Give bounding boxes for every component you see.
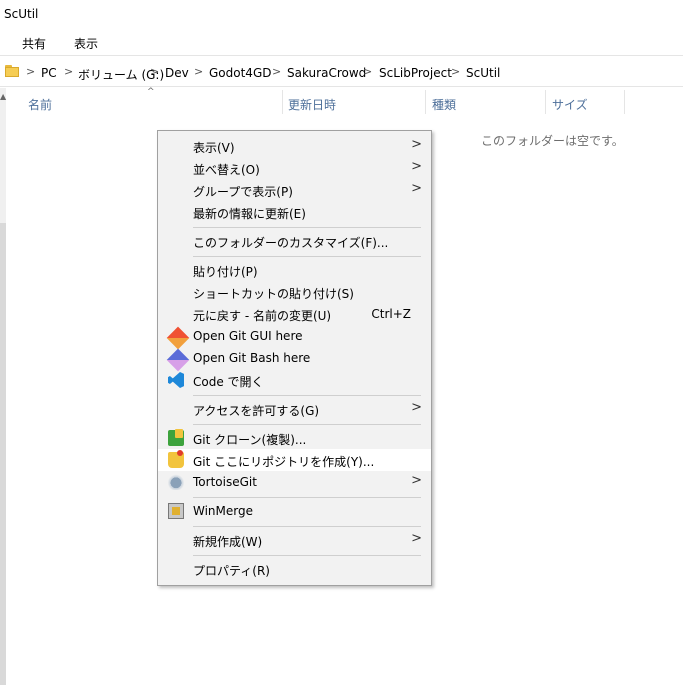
menu-item-label: 最新の情報に更新(E) [193, 207, 306, 221]
menu-item-label: 貼り付け(P) [193, 265, 258, 279]
address-bar[interactable]: > PC > ボリューム (G:) > Dev > Godot4GD > Sak… [0, 60, 683, 87]
menu-item-label: 並べ替え(O) [193, 163, 260, 177]
menu-item-label: Open Git GUI here [193, 329, 303, 343]
menu-item-group[interactable]: グループで表示(P) > [158, 179, 431, 201]
submenu-arrow-icon: > [411, 473, 422, 488]
column-divider[interactable] [282, 90, 283, 114]
git-clone-icon [168, 429, 184, 446]
menu-item-paste-shortcut[interactable]: ショートカットの貼り付け(S) [158, 281, 431, 303]
column-divider[interactable] [624, 90, 625, 114]
chevron-right-icon[interactable]: > [194, 65, 203, 78]
tortoisegit-icon [168, 474, 184, 490]
breadcrumb-sclibproject[interactable]: ScLibProject [379, 66, 452, 80]
menu-item-new[interactable]: 新規作成(W) > [158, 529, 431, 551]
window-title: ScUtil [4, 7, 39, 21]
navigation-pane-scrollbar[interactable]: ▲ [0, 88, 6, 685]
sort-ascending-icon: ^ [147, 87, 155, 97]
column-header-date[interactable]: 更新日時 [288, 96, 336, 113]
submenu-arrow-icon: > [411, 400, 422, 415]
column-header-size[interactable]: サイズ [552, 96, 588, 113]
menu-item-open-with-code[interactable]: Code で開く [158, 369, 431, 391]
menu-item-undo-rename[interactable]: 元に戻す - 名前の変更(U) Ctrl+Z [158, 303, 431, 325]
ribbon-divider [0, 55, 683, 56]
breadcrumb-pc[interactable]: PC [41, 66, 57, 80]
menu-item-label: このフォルダーのカスタマイズ(F)... [193, 236, 389, 250]
breadcrumb-sakuracrowd[interactable]: SakuraCrowd [287, 66, 366, 80]
menu-item-open-git-bash[interactable]: Open Git Bash here [158, 347, 431, 372]
menu-separator [193, 526, 421, 527]
chevron-right-icon[interactable]: > [26, 65, 35, 78]
submenu-arrow-icon: > [411, 181, 422, 196]
menu-item-label: Code で開く [193, 375, 264, 389]
column-header-name[interactable]: 名前 [28, 96, 52, 113]
menu-separator [193, 395, 421, 396]
menu-separator [193, 256, 421, 257]
tab-view[interactable]: 表示 [74, 35, 98, 52]
breadcrumb-dev[interactable]: Dev [165, 66, 189, 80]
menu-separator [193, 497, 421, 498]
winmerge-icon [168, 503, 184, 519]
git-create-repository-icon [168, 450, 184, 468]
submenu-arrow-icon: > [411, 159, 422, 174]
menu-item-properties[interactable]: プロパティ(R) [158, 558, 431, 580]
menu-item-give-access[interactable]: アクセスを許可する(G) > [158, 398, 431, 420]
vscode-icon [168, 372, 184, 388]
menu-item-tortoisegit[interactable]: TortoiseGit > [158, 471, 431, 493]
git-bash-icon [166, 348, 190, 372]
menu-item-winmerge[interactable]: WinMerge [158, 500, 431, 522]
tab-share[interactable]: 共有 [22, 35, 46, 52]
empty-folder-message: このフォルダーは空です。 [481, 134, 624, 148]
menu-separator [193, 227, 421, 228]
menu-separator [193, 424, 421, 425]
menu-item-open-git-gui[interactable]: Open Git GUI here [158, 325, 431, 350]
menu-item-label: ショートカットの貼り付け(S) [193, 287, 354, 301]
column-divider[interactable] [425, 90, 426, 114]
menu-item-view[interactable]: 表示(V) > [158, 135, 431, 157]
chevron-right-icon[interactable]: > [451, 65, 460, 78]
scrollbar-thumb[interactable] [0, 223, 6, 685]
folder-icon [5, 65, 19, 78]
chevron-right-icon[interactable]: > [363, 65, 372, 78]
keyboard-shortcut: Ctrl+Z [371, 307, 411, 321]
menu-item-label: アクセスを許可する(G) [193, 404, 320, 418]
scroll-up-arrow-icon[interactable]: ▲ [0, 92, 6, 101]
menu-item-git-clone[interactable]: Git クローン(複製)... [158, 427, 431, 449]
context-menu: 表示(V) > 並べ替え(O) > グループで表示(P) > 最新の情報に更新(… [157, 130, 432, 586]
menu-item-paste[interactable]: 貼り付け(P) [158, 259, 431, 281]
ribbon: 共有 表示 [0, 30, 683, 54]
menu-item-customize-folder[interactable]: このフォルダーのカスタマイズ(F)... [158, 230, 431, 252]
chevron-right-icon[interactable]: > [64, 65, 73, 78]
menu-item-git-create-repo[interactable]: Git ここにリポジトリを作成(Y)... [158, 449, 431, 471]
chevron-right-icon[interactable]: > [272, 65, 281, 78]
menu-item-label: 表示(V) [193, 141, 235, 155]
menu-item-label: Open Git Bash here [193, 351, 311, 365]
breadcrumb-godot4gd[interactable]: Godot4GD [209, 66, 271, 80]
menu-item-label: Git ここにリポジトリを作成(Y)... [193, 455, 375, 469]
menu-separator [193, 555, 421, 556]
git-gui-icon [166, 326, 190, 350]
menu-item-label: 元に戻す - 名前の変更(U) [193, 309, 332, 323]
menu-item-refresh[interactable]: 最新の情報に更新(E) [158, 201, 431, 223]
menu-item-label: プロパティ(R) [193, 564, 270, 578]
menu-item-label: WinMerge [193, 504, 253, 518]
menu-item-label: Git クローン(複製)... [193, 433, 307, 447]
column-divider[interactable] [545, 90, 546, 114]
menu-item-label: 新規作成(W) [193, 535, 263, 549]
submenu-arrow-icon: > [411, 531, 422, 546]
column-header-type[interactable]: 種類 [432, 96, 456, 113]
breadcrumb-scutil[interactable]: ScUtil [466, 66, 500, 80]
menu-item-sort[interactable]: 並べ替え(O) > [158, 157, 431, 179]
submenu-arrow-icon: > [411, 137, 422, 152]
menu-item-label: TortoiseGit [193, 475, 257, 489]
menu-item-label: グループで表示(P) [193, 185, 293, 199]
chevron-right-icon[interactable]: > [150, 65, 159, 78]
